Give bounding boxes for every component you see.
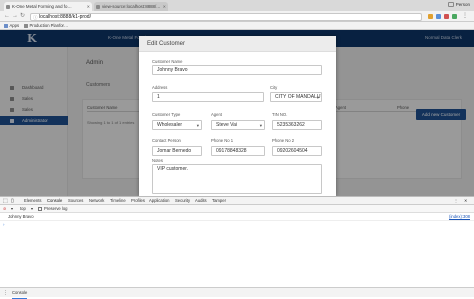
devtools-tab-profiles[interactable]: Profiles (131, 197, 145, 205)
close-devtools-icon[interactable]: ✕ (464, 197, 468, 205)
reload-icon[interactable]: ↻ (20, 13, 25, 20)
close-tab-icon[interactable]: ✕ (87, 2, 90, 11)
apps-icon (4, 23, 8, 28)
modal-header: Edit Customer (139, 36, 336, 52)
console-message: Johnny Bravo (index):308 (0, 213, 474, 221)
phone-1-label: Phone No 1 (211, 138, 234, 143)
devtools-tab-network[interactable]: Network (89, 197, 104, 205)
extension-icon[interactable] (436, 14, 441, 19)
drawer-tab-console[interactable]: Console (12, 288, 28, 299)
filter-icon[interactable]: ▾ (11, 205, 13, 213)
devtools-panel: ⬚ ▯ Elements Console Sources Network Tim… (0, 196, 474, 299)
customer-name-field[interactable]: Johnny Bravo (152, 65, 322, 75)
browser-tab-app[interactable]: K-One Metal Forming and fo… ✕ (4, 2, 92, 11)
phone-1-field[interactable]: 09178848328 (211, 146, 265, 156)
page-info-icon[interactable]: ⓘ (33, 14, 38, 22)
console-prompt-icon[interactable]: › (3, 222, 5, 227)
context-select[interactable]: top (20, 205, 26, 213)
extension-icon[interactable] (428, 14, 433, 19)
console-toolbar: ⊘ ▾ top ▾ Preserve log (0, 205, 474, 213)
browser-toolbar: ← → ↻ ⓘ localhost:8888/k1-prod/ ⋮ (0, 11, 474, 22)
extension-icon[interactable] (452, 14, 457, 19)
favicon-icon (6, 4, 10, 9)
bookmarks-bar: Apps Production Planfor… (0, 22, 474, 30)
profile-name[interactable]: Person (456, 2, 470, 7)
customer-type-label: Customer Type (152, 112, 181, 117)
phone-2-field[interactable]: 09202604504 (272, 146, 322, 156)
modal-title: Edit Customer (147, 41, 186, 47)
edit-customer-modal: Edit Customer Customer Name Johnny Bravo… (139, 36, 336, 196)
devtools-tab-bar: ⬚ ▯ Elements Console Sources Network Tim… (0, 197, 474, 206)
forward-icon[interactable]: → (12, 13, 18, 20)
phone-2-label: Phone No 2 (272, 138, 295, 143)
bookmark-production[interactable]: Production Planfor… (24, 22, 68, 30)
bookmark-icon (24, 23, 28, 28)
customer-name-label: Customer Name (152, 59, 183, 64)
clear-console-icon[interactable]: ⊘ (3, 205, 7, 213)
page-viewport: K K-One Metal Forming Normal Data Clerk … (0, 30, 474, 196)
tab-title: view-source:localhost:8888/… (102, 4, 161, 9)
tab-title: K-One Metal Forming and fo… (12, 4, 72, 9)
address-field[interactable]: 1 (152, 92, 264, 102)
context-dropdown-icon[interactable]: ▾ (31, 205, 33, 213)
preserve-log-checkbox[interactable] (38, 207, 42, 211)
console-message-text: Johnny Bravo (8, 214, 34, 219)
city-select[interactable]: CITY OF MANDALUYONG (270, 92, 322, 102)
notes-textarea[interactable]: VIP customer. (152, 164, 322, 194)
browser-tab-source[interactable]: view-source:localhost:8888/… ✕ (94, 2, 168, 11)
url-text: localhost:8888/k1-prod/ (39, 13, 91, 20)
close-tab-icon[interactable]: ✕ (163, 2, 166, 11)
devtools-tab-application[interactable]: Application (149, 197, 170, 205)
extension-icon[interactable] (444, 14, 449, 19)
devtools-tab-sources[interactable]: Sources (68, 197, 83, 205)
notes-label: Notes (152, 158, 163, 163)
contact-person-label: Contact Person (152, 138, 181, 143)
tin-label: TIN NO. (272, 112, 288, 117)
city-label: City (270, 85, 278, 90)
address-bar[interactable]: ⓘ localhost:8888/k1-prod/ (30, 12, 422, 22)
devtools-tab-audits[interactable]: Audits (195, 197, 207, 205)
window-restore-icon[interactable] (448, 2, 454, 7)
device-toggle-icon[interactable]: ▯ (11, 197, 14, 205)
devtools-menu-icon[interactable]: ⋮ (454, 197, 458, 205)
back-icon[interactable]: ← (4, 13, 10, 20)
menu-icon[interactable]: ⋮ (462, 13, 468, 20)
favicon-icon (96, 4, 100, 9)
tin-field[interactable]: 5235363262 (272, 120, 322, 130)
devtools-tab-elements[interactable]: Elements (24, 197, 41, 205)
preserve-log-label: Preserve log (44, 206, 68, 211)
browser-tab-strip: K-One Metal Forming and fo… ✕ view-sourc… (0, 0, 474, 11)
agent-select[interactable]: Steve Vai (211, 120, 265, 130)
console-source-link[interactable]: (index):308 (449, 213, 470, 221)
devtools-tab-timeline[interactable]: Timeline (110, 197, 126, 205)
inspect-icon[interactable]: ⬚ (3, 197, 8, 205)
bookmark-apps[interactable]: Apps (4, 22, 19, 30)
agent-label: Agent (211, 112, 222, 117)
customer-type-select[interactable]: Wholesaler (152, 120, 202, 130)
contact-person-field[interactable]: Jomar Bernedo (152, 146, 202, 156)
devtools-tab-security[interactable]: Security (175, 197, 190, 205)
address-label: Address (152, 85, 168, 90)
drawer-menu-icon[interactable]: ⋮ (3, 288, 8, 298)
devtools-tab-tamper[interactable]: Tamper (212, 197, 226, 205)
